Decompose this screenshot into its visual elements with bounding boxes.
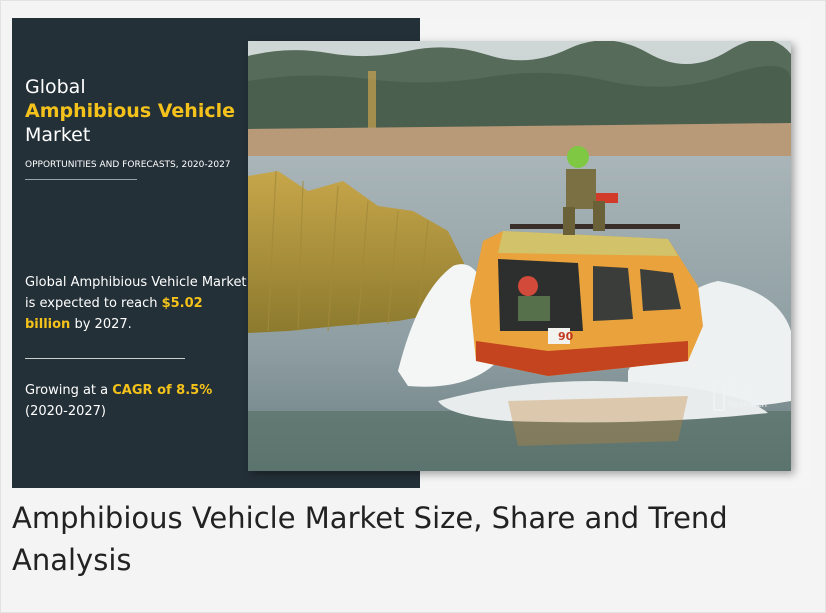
- amphibious-vehicle-photo: 90 Allied Market Research: [248, 41, 791, 471]
- vehicle-number: 90: [558, 330, 574, 343]
- banner-title-line1: Global: [25, 76, 86, 98]
- photo-illustration: 90: [248, 41, 791, 471]
- banner-text-column: Global Amphibious Vehicle Market OPPORTU…: [25, 18, 255, 488]
- banner-title-accent: Amphibious Vehicle: [25, 100, 236, 122]
- banner-growth-statement: Growing at a CAGR of 8.5% (2020-2027): [25, 380, 250, 422]
- article-title-link[interactable]: Amphibious Vehicle Market Size, Share an…: [12, 497, 802, 581]
- report-banner-image[interactable]: Global Amphibious Vehicle Market OPPORTU…: [12, 18, 812, 488]
- banner-title-line3: Market: [25, 124, 91, 146]
- banner-subtitle: OPPORTUNITIES AND FORECASTS, 2020-2027: [25, 160, 231, 170]
- reach-prefix: Global Amphibious Vehicle Market is expe…: [25, 275, 247, 311]
- banner-divider-1: [25, 179, 137, 180]
- reach-suffix: by 2027.: [74, 317, 132, 332]
- growth-prefix: Growing at a: [25, 383, 109, 398]
- logo-mark-icon: [713, 381, 725, 411]
- growth-period: (2020-2027): [25, 404, 107, 419]
- logo-line1: Allied: [728, 380, 752, 390]
- banner-market-size-statement: Global Amphibious Vehicle Market is expe…: [25, 272, 250, 335]
- allied-market-research-logo: Allied Market Research: [713, 377, 785, 417]
- banner-divider-2: [25, 358, 185, 359]
- logo-line3: Research: [728, 400, 767, 410]
- logo-line2: Market: [728, 390, 758, 400]
- article-card[interactable]: Global Amphibious Vehicle Market OPPORTU…: [0, 0, 826, 613]
- growth-value: CAGR of 8.5%: [112, 383, 213, 398]
